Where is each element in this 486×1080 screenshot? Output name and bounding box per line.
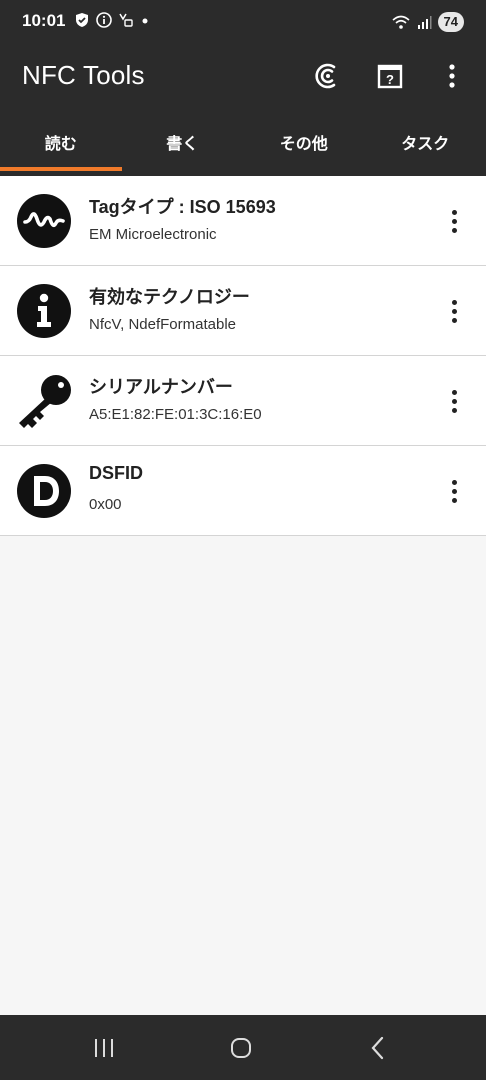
- system-nav-bar: [0, 1015, 486, 1080]
- tab-other[interactable]: その他: [243, 108, 365, 176]
- nfc-scan-icon: [315, 63, 336, 89]
- signal-icon: [417, 16, 432, 29]
- key-icon: [19, 375, 71, 428]
- help-button[interactable]: ?: [372, 58, 408, 94]
- shield-icon: [76, 13, 88, 27]
- svg-text:?: ?: [386, 72, 394, 87]
- overflow-menu-button[interactable]: [434, 58, 470, 94]
- tab-read[interactable]: 読む: [0, 108, 122, 176]
- dsfid-icon: [17, 464, 71, 518]
- home-icon: [231, 1038, 251, 1058]
- more-vert-icon: [451, 389, 457, 395]
- tab-write[interactable]: 書く: [122, 108, 244, 176]
- more-vert-icon: [451, 209, 457, 215]
- tag-info-list: Tagタイプ : ISO 15693 EM Microelectronic 有効…: [0, 176, 486, 536]
- app-title: NFC Tools: [22, 60, 145, 90]
- more-vert-icon: [449, 64, 455, 88]
- list-item-serial-number[interactable]: シリアルナンバー A5:E1:82:FE:01:3C:16:E0: [0, 356, 486, 446]
- more-vert-icon: [451, 299, 457, 305]
- home-button[interactable]: [221, 1033, 261, 1063]
- list-item-technologies[interactable]: 有効なテクノロジー NfcV, NdefFormatable: [0, 266, 486, 356]
- tab-bar: 読む 書く その他 タスク: [0, 108, 486, 176]
- item-menu-button[interactable]: [442, 476, 466, 506]
- info-circle-icon: [96, 12, 112, 28]
- waveform-icon: [17, 194, 71, 248]
- item-title: 有効なテクノロジー: [89, 287, 250, 307]
- status-system-icons: 74: [392, 12, 464, 32]
- recents-button[interactable]: [84, 1033, 124, 1063]
- item-subtitle: A5:E1:82:FE:01:3C:16:E0: [89, 406, 262, 423]
- more-vert-icon: [451, 479, 457, 485]
- sim-message-icon: [119, 13, 133, 27]
- info-icon: [17, 284, 71, 338]
- nfc-scan-button[interactable]: [310, 58, 346, 94]
- item-subtitle: 0x00: [89, 496, 122, 513]
- list-item-dsfid[interactable]: DSFID 0x00: [0, 446, 486, 536]
- status-bar: 10:01 74: [0, 0, 486, 44]
- wifi-icon: [392, 15, 410, 29]
- list-item-tag-type[interactable]: Tagタイプ : ISO 15693 EM Microelectronic: [0, 176, 486, 266]
- help-icon: ?: [377, 64, 403, 89]
- item-subtitle: EM Microelectronic: [89, 226, 217, 243]
- item-menu-button[interactable]: [442, 206, 466, 236]
- status-time: 10:01: [22, 11, 66, 30]
- item-menu-button[interactable]: [442, 296, 466, 326]
- recents-icon: [95, 1039, 113, 1057]
- tab-tasks[interactable]: タスク: [365, 108, 486, 176]
- back-icon: [371, 1036, 384, 1060]
- back-button[interactable]: [358, 1033, 398, 1063]
- status-notification-icons: [74, 12, 150, 28]
- battery-indicator: 74: [437, 12, 464, 32]
- item-title: DSFID: [89, 463, 143, 483]
- item-title: シリアルナンバー: [89, 377, 233, 397]
- item-subtitle: NfcV, NdefFormatable: [89, 316, 237, 333]
- app-bar: NFC Tools ?: [0, 44, 486, 108]
- item-menu-button[interactable]: [442, 386, 466, 416]
- item-title: Tagタイプ : ISO 15693: [89, 197, 276, 217]
- notification-dot-icon: [142, 18, 148, 24]
